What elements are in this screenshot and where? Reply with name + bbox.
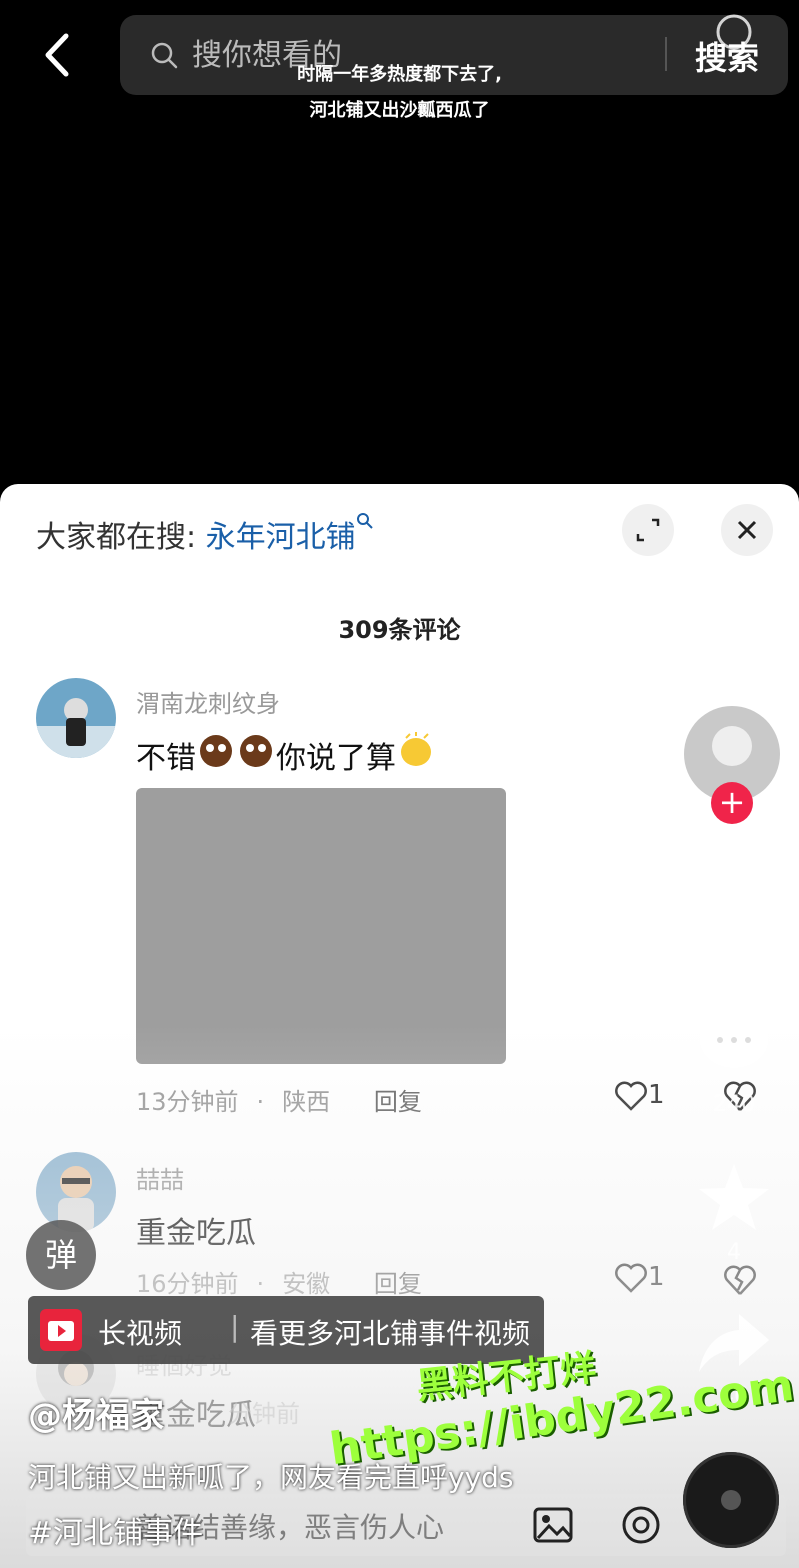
favorite-count: 4 — [727, 1240, 741, 1265]
like-heart-icon[interactable] — [697, 866, 771, 932]
comment-image[interactable] — [136, 788, 506, 1064]
comment-like-count: 1 — [648, 1080, 665, 1110]
clap-emoji-icon — [401, 732, 431, 766]
long-video-label: 长视频 — [98, 1317, 183, 1350]
comment-count-side: 240 — [713, 1092, 755, 1117]
cookie-emoji-icon — [240, 735, 272, 767]
hot-search-term[interactable]: 永年河北铺 — [206, 520, 356, 555]
cookie-emoji-icon — [200, 735, 232, 767]
reply-button[interactable]: 回复 — [374, 1088, 422, 1116]
follow-button[interactable]: + — [711, 782, 753, 824]
video-caption-line1: 时隔一年多热度都下去了, — [297, 64, 502, 85]
comment-text-main: 不错 — [136, 741, 196, 776]
music-disc-icon[interactable] — [683, 1452, 779, 1548]
reply-button[interactable]: 回复 — [374, 1270, 422, 1298]
broken-heart-icon[interactable] — [722, 1264, 758, 1296]
comment-meta: 13分钟前 · 陕西 回复 — [136, 1088, 422, 1116]
comment-time: 13分钟前 — [136, 1088, 239, 1116]
heart-outline-icon — [615, 1263, 647, 1293]
comment-time: 16分钟前 — [136, 1270, 239, 1298]
comment-bubble-icon[interactable] — [697, 1010, 771, 1076]
hashtag[interactable]: #河北铺事件 — [28, 1508, 203, 1552]
close-icon — [737, 520, 757, 540]
long-video-divider: | — [230, 1310, 240, 1343]
close-button[interactable] — [721, 504, 773, 556]
comment-like[interactable]: 1 — [614, 1262, 665, 1293]
expand-button[interactable] — [622, 504, 674, 556]
comment-text: 不错 你说了算 — [136, 732, 436, 777]
small-search-icon — [356, 513, 373, 529]
comment-location: 安徽 — [282, 1270, 331, 1298]
heart-outline-icon — [615, 1081, 647, 1111]
video-caption-line2: 河北铺又出沙瓤西瓜了 — [309, 100, 490, 121]
video-description: 河北铺又出新呱了，网友看完直呼yyds — [28, 1461, 514, 1494]
danmaku-button[interactable]: 弹 — [26, 1220, 96, 1290]
long-video-link[interactable]: 看更多河北铺事件视频 — [250, 1312, 530, 1352]
comment-like[interactable]: 1 — [614, 1080, 665, 1111]
like-count: 35 — [720, 940, 748, 965]
comment-text: 重金吃瓜 — [136, 1216, 256, 1251]
comment-username[interactable]: 渭南龙刺纹身 — [136, 684, 280, 719]
author-handle[interactable]: @杨福家 — [28, 1388, 164, 1437]
image-icon[interactable] — [532, 1504, 574, 1546]
mention-icon[interactable] — [620, 1504, 662, 1546]
overlay-search-icon — [716, 14, 752, 50]
comment-location: 陕西 — [282, 1088, 331, 1116]
comment-time: 分钟前 — [228, 1400, 300, 1428]
hot-search[interactable]: 大家都在搜: 永年河北铺 — [36, 512, 374, 556]
avatar[interactable] — [36, 1152, 116, 1232]
comment-count: 309条评论 — [338, 616, 461, 644]
long-video-logo-icon — [40, 1309, 82, 1351]
expand-icon — [636, 518, 660, 542]
comment-like-count: 1 — [648, 1262, 665, 1292]
comment-meta: 16分钟前 · 安徽 回复 — [136, 1270, 422, 1298]
hot-search-label: 大家都在搜: — [36, 520, 197, 555]
comment-username[interactable]: 喆喆 — [136, 1160, 184, 1195]
avatar[interactable] — [36, 678, 116, 758]
comment-text-suffix: 你说了算 — [276, 741, 396, 776]
star-icon[interactable] — [697, 1162, 771, 1232]
